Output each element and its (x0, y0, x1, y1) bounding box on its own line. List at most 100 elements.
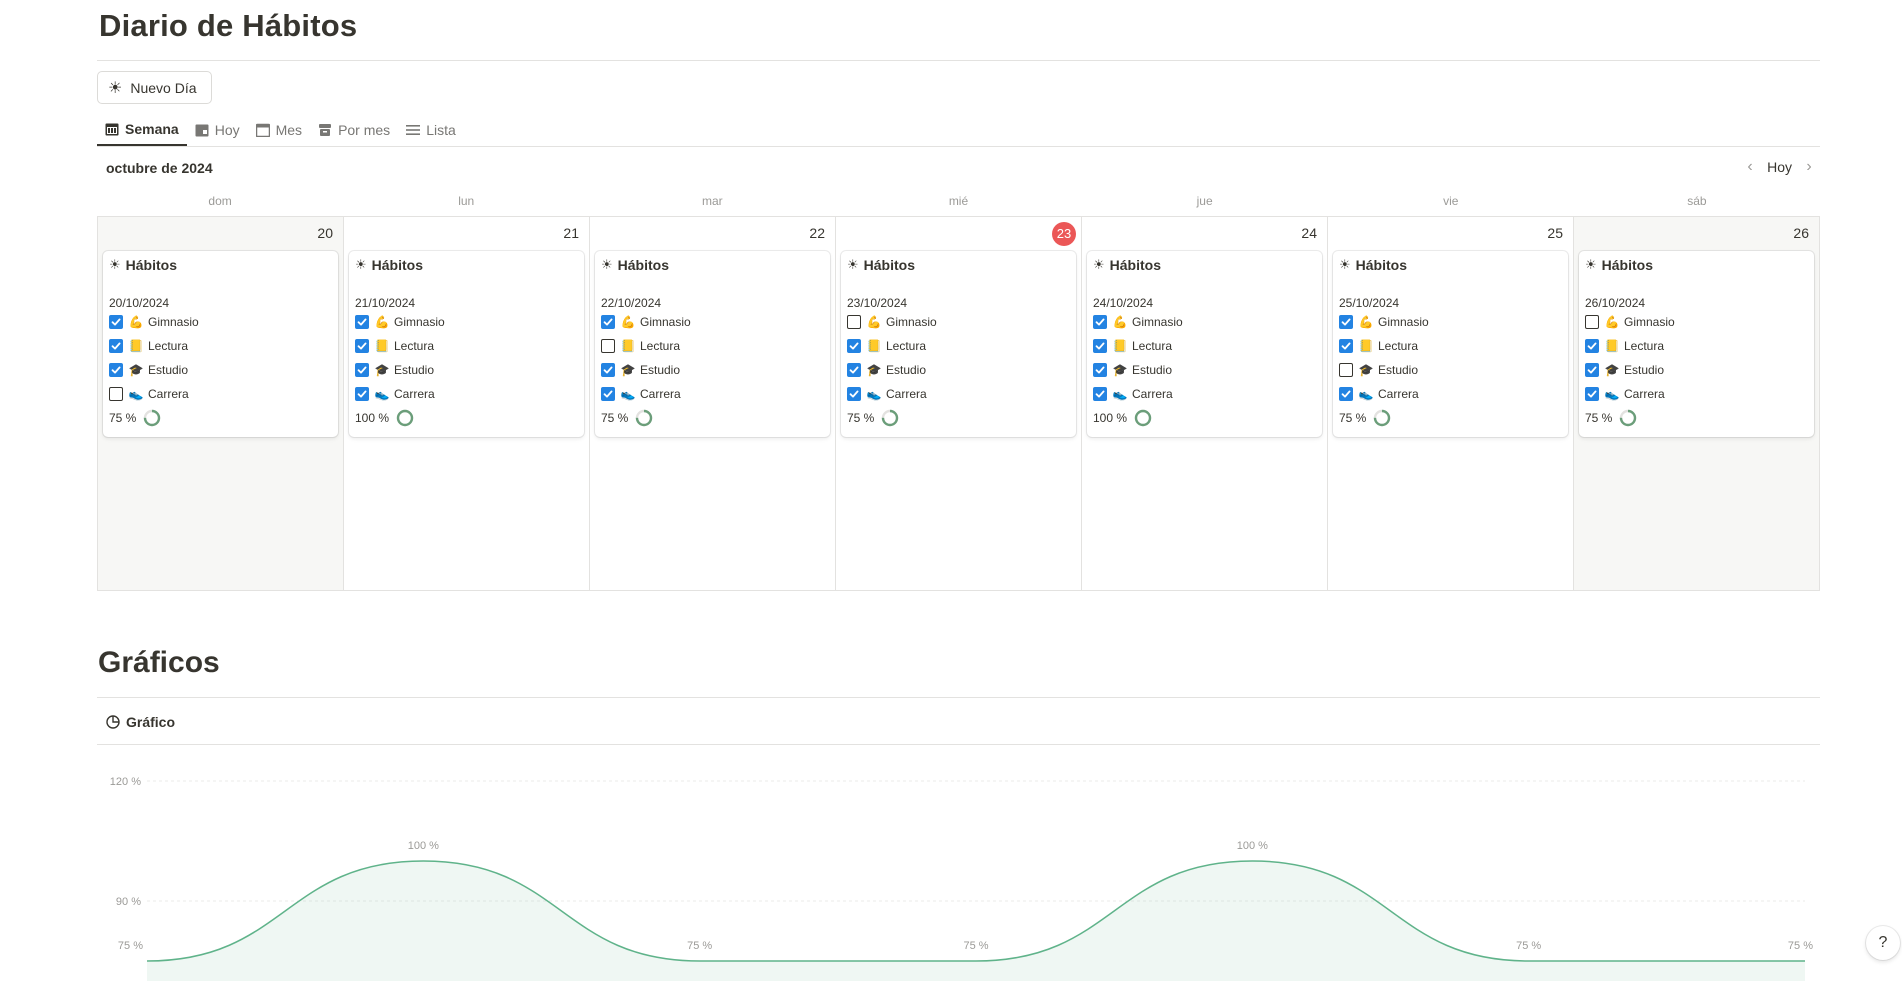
view-tabs: Semana Hoy Mes Por mes Lista (97, 114, 464, 147)
new-day-button[interactable]: ☀ Nuevo Día (97, 71, 212, 104)
checkbox-checked[interactable] (355, 387, 369, 401)
chevron-right-icon[interactable]: › (1798, 158, 1820, 176)
checkbox-checked[interactable] (847, 363, 861, 377)
habit-row: 📒 Lectura (355, 334, 578, 358)
checkbox-checked[interactable] (109, 339, 123, 353)
progress-ring (636, 409, 653, 427)
month-label: octubre de 2024 (106, 160, 213, 176)
checkbox-checked[interactable] (1093, 339, 1107, 353)
week-grid: 20 ☀ Hábitos 20/10/2024 💪 Gimnasio 📒 Lectura 🎓 Es… (97, 216, 1820, 591)
checkbox-checked[interactable] (355, 339, 369, 353)
sun-icon: ☀ (355, 257, 367, 272)
weekday-label: mar (702, 194, 723, 208)
checkbox-checked[interactable] (1339, 315, 1353, 329)
day-number: 26 (1793, 225, 1809, 241)
habit-label: Gimnasio (1624, 315, 1675, 329)
tab-hoy[interactable]: Hoy (187, 114, 248, 146)
checkbox-checked[interactable] (601, 387, 615, 401)
checkbox-unchecked[interactable] (847, 315, 861, 329)
habit-row: 🎓 Estudio (109, 358, 332, 382)
graduation-cap-icon: 🎓 (1358, 363, 1374, 377)
card-title-label: Hábitos (863, 257, 915, 273)
running-shoe-icon: 👟 (1112, 387, 1128, 401)
checkbox-checked[interactable] (601, 363, 615, 377)
habit-card[interactable]: ☀ Hábitos 26/10/2024 💪 Gimnasio 📒 Lectura 🎓 Estu… (1579, 251, 1814, 437)
day-number: 22 (809, 225, 825, 241)
tab-mes[interactable]: Mes (248, 114, 310, 146)
habit-card[interactable]: ☀ Hábitos 22/10/2024 💪 Gimnasio 📒 Lectura 🎓 Estu… (595, 251, 830, 437)
progress-ring (1620, 409, 1637, 427)
checkbox-checked[interactable] (1093, 315, 1107, 329)
checkbox-checked[interactable] (355, 363, 369, 377)
checkbox-checked[interactable] (847, 339, 861, 353)
checkbox-checked[interactable] (1585, 363, 1599, 377)
habits-area-chart: 120 % 90 % 75 % 100 % 75 % 75 % 100 % 75 % 75 % (110, 776, 1813, 981)
checkbox-checked[interactable] (1093, 387, 1107, 401)
habit-row: 📒 Lectura (847, 334, 1070, 358)
flexed-biceps-icon: 💪 (1358, 315, 1374, 329)
tab-por-mes[interactable]: Por mes (310, 114, 398, 146)
graduation-cap-icon: 🎓 (374, 363, 390, 377)
checkbox-checked[interactable] (109, 315, 123, 329)
weekday-label: dom (208, 194, 232, 208)
progress-label: 100 % (355, 411, 390, 425)
tab-lista[interactable]: Lista (398, 114, 464, 146)
habit-card[interactable]: ☀ Hábitos 24/10/2024 💪 Gimnasio 📒 Lectura 🎓 Estu… (1087, 251, 1322, 437)
list-icon (406, 125, 421, 135)
habit-card[interactable]: ☀ Hábitos 20/10/2024 💪 Gimnasio 📒 Lectura 🎓 Estu… (103, 251, 338, 437)
checkbox-unchecked[interactable] (1585, 315, 1599, 329)
checkbox-unchecked[interactable] (1339, 363, 1353, 377)
title-divider (97, 60, 1820, 61)
tab-semana[interactable]: Semana (97, 114, 187, 146)
habit-label: Gimnasio (1378, 315, 1429, 329)
calendar-day-cell[interactable]: 26 ☀ Hábitos 26/10/2024 💪 Gimnasio 📒 Lectura 🎓 Es… (1574, 217, 1819, 590)
calendar-day-cell[interactable]: 20 ☀ Hábitos 20/10/2024 💪 Gimnasio 📒 Lectura 🎓 Es… (98, 217, 344, 590)
calendar-day-cell[interactable]: 25 ☀ Hábitos 25/10/2024 💪 Gimnasio 📒 Lectura 🎓 Es… (1328, 217, 1574, 590)
tab-grafico[interactable]: Gráfico (106, 714, 175, 730)
archive-icon (319, 124, 332, 136)
weekday-header: dom lun mar mié jue vie sáb (97, 194, 1820, 208)
checkbox-checked[interactable] (355, 315, 369, 329)
checkbox-checked[interactable] (601, 315, 615, 329)
weekday-label: sáb (1687, 194, 1707, 208)
page-title: Diario de Hábitos (99, 8, 358, 43)
habit-row: 💪 Gimnasio (1585, 310, 1808, 334)
help-button[interactable]: ? (1866, 926, 1900, 960)
running-shoe-icon: 👟 (866, 387, 882, 401)
card-title: ☀ Hábitos (109, 257, 332, 273)
checkbox-checked[interactable] (1339, 387, 1353, 401)
habit-card[interactable]: ☀ Hábitos 25/10/2024 💪 Gimnasio 📒 Lectura 🎓 Estu… (1333, 251, 1568, 437)
checkbox-checked[interactable] (1339, 339, 1353, 353)
habit-card[interactable]: ☀ Hábitos 21/10/2024 💪 Gimnasio 📒 Lectura 🎓 Estu… (349, 251, 584, 437)
habit-label: Lectura (148, 339, 189, 353)
progress-label: 75 % (1339, 411, 1367, 425)
calendar-today-icon (195, 124, 209, 137)
checkbox-checked[interactable] (109, 363, 123, 377)
habit-card[interactable]: ☀ Hábitos 23/10/2024 💪 Gimnasio 📒 Lectura 🎓 Estu… (841, 251, 1076, 437)
card-title-label: Hábitos (1109, 257, 1161, 273)
habit-label: Carrera (1624, 387, 1665, 401)
habit-label: Estudio (1378, 363, 1419, 377)
calendar-day-cell[interactable]: 21 ☀ Hábitos 21/10/2024 💪 Gimnasio 📒 Lectura 🎓 Es… (344, 217, 590, 590)
chevron-left-icon[interactable]: ‹ (1739, 158, 1761, 176)
sun-icon: ☀ (601, 257, 613, 272)
today-button[interactable]: Hoy (1761, 159, 1798, 175)
flexed-biceps-icon: 💪 (374, 315, 390, 329)
data-point-label: 75 % (118, 940, 143, 952)
progress-row: 100 % (1093, 407, 1316, 429)
checkbox-checked[interactable] (847, 387, 861, 401)
habit-label: Carrera (394, 387, 435, 401)
calendar-day-cell[interactable]: 24 ☀ Hábitos 24/10/2024 💪 Gimnasio 📒 Lectura 🎓 Es… (1082, 217, 1328, 590)
calendar-day-cell[interactable]: 22 ☀ Hábitos 22/10/2024 💪 Gimnasio 📒 Lectura 🎓 Es… (590, 217, 836, 590)
weekday-label: jue (1196, 194, 1213, 208)
habit-row: 👟 Carrera (1093, 382, 1316, 406)
calendar-day-cell[interactable]: 23 ☀ Hábitos 23/10/2024 💪 Gimnasio 📒 Lectura 🎓 Es… (836, 217, 1082, 590)
checkbox-checked[interactable] (1585, 339, 1599, 353)
checkbox-checked[interactable] (1093, 363, 1107, 377)
checkbox-unchecked[interactable] (109, 387, 123, 401)
sun-icon: ☀ (847, 257, 859, 272)
data-point-label: 100 % (408, 840, 439, 852)
checkbox-checked[interactable] (1585, 387, 1599, 401)
checkbox-unchecked[interactable] (601, 339, 615, 353)
ledger-book-icon: 📒 (1112, 339, 1128, 353)
